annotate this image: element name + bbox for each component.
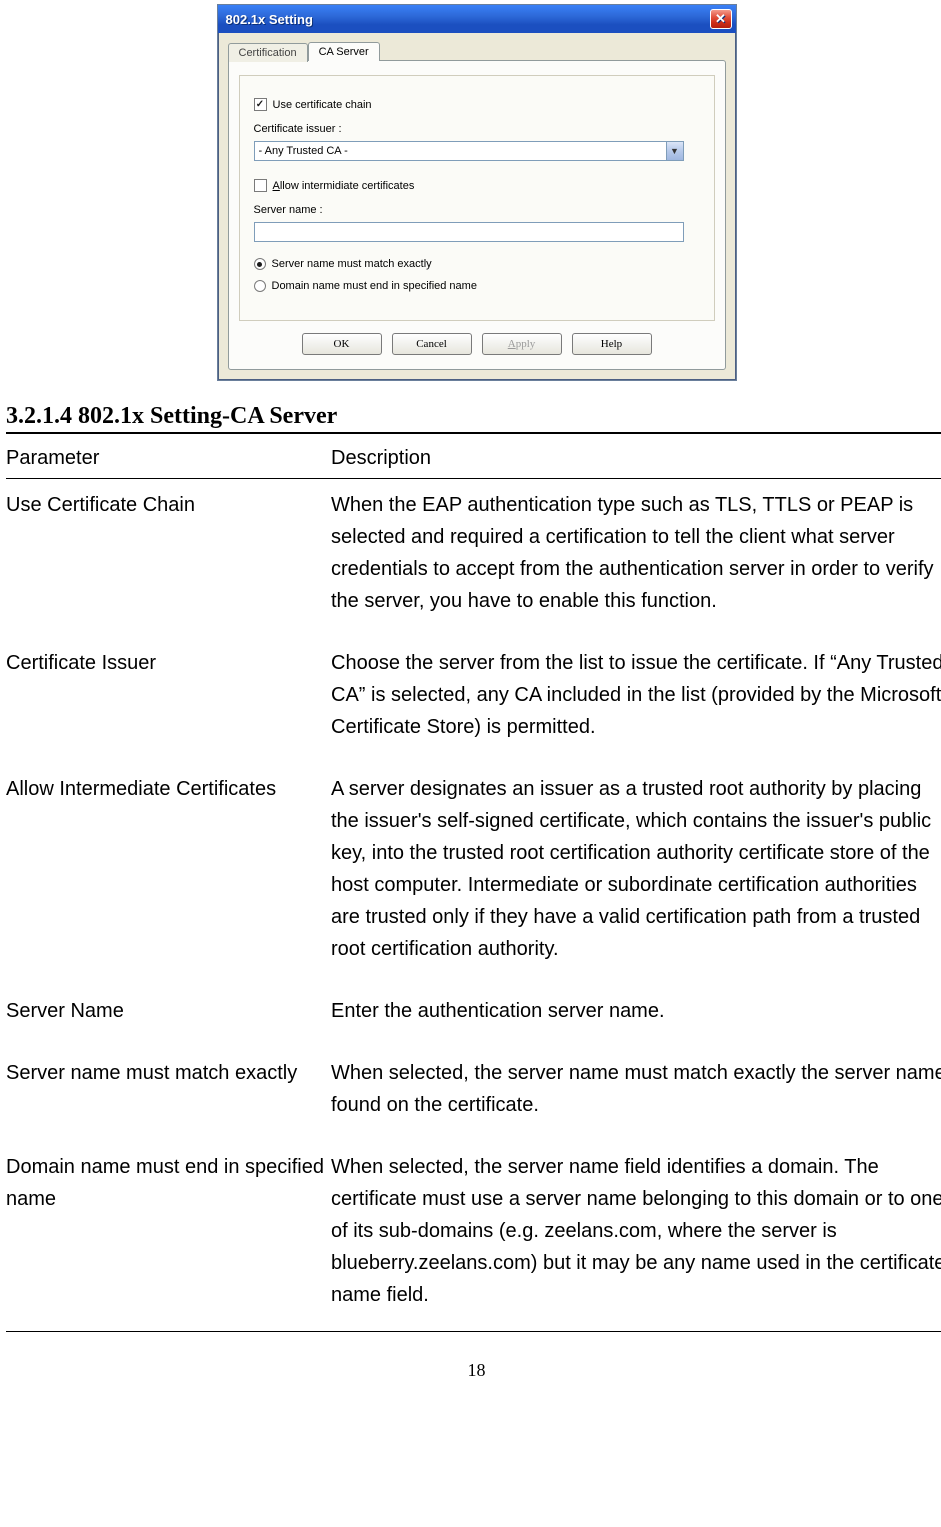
cancel-button[interactable]: Cancel	[392, 333, 472, 355]
allow-intermediate-label: Allow intermidiate certificates	[273, 180, 415, 192]
dialog-title: 802.1x Setting	[226, 12, 313, 27]
desc-cell: When selected, the server name must matc…	[331, 1057, 941, 1121]
table-row: Domain name must end in specified nameWh…	[6, 1141, 941, 1332]
param-cell: Domain name must end in specified name	[6, 1151, 331, 1311]
param-cell: Use Certificate Chain	[6, 489, 331, 617]
radio-match-exactly-label: Server name must match exactly	[272, 258, 432, 270]
tab-panel-ca-server: Use certificate chain Certificate issuer…	[228, 60, 726, 370]
table-row: Server NameEnter the authentication serv…	[6, 985, 941, 1047]
param-cell: Server name must match exactly	[6, 1057, 331, 1121]
cert-issuer-select[interactable]: - Any Trusted CA - ▼	[254, 141, 684, 161]
apply-button[interactable]: Apply	[482, 333, 562, 355]
tab-strip: Certification CA Server	[228, 41, 726, 60]
desc-cell: Choose the server from the list to issue…	[331, 647, 941, 743]
table-row: Server name must match exactlyWhen selec…	[6, 1047, 941, 1141]
dialog-titlebar: 802.1x Setting ✕	[218, 5, 736, 33]
table-row: Allow Intermediate CertificatesA server …	[6, 763, 941, 985]
heading-divider	[6, 432, 941, 434]
allow-intermediate-checkbox[interactable]	[254, 179, 267, 192]
section-number: 3.2.1.4	[6, 403, 78, 429]
cert-issuer-value: - Any Trusted CA -	[259, 145, 348, 157]
desc-cell: A server designates an issuer as a trust…	[331, 773, 941, 965]
col-header-description: Description	[331, 442, 941, 474]
desc-cell: When the EAP authentication type such as…	[331, 489, 941, 617]
desc-cell: Enter the authentication server name.	[331, 995, 941, 1027]
table-body: Use Certificate ChainWhen the EAP authen…	[6, 479, 941, 1332]
param-table: Parameter Description Use Certificate Ch…	[6, 440, 941, 1332]
section-title: 802.1x Setting-CA Server	[78, 403, 337, 429]
page-number: 18	[6, 1360, 941, 1381]
tab-certification[interactable]: Certification	[228, 43, 308, 62]
param-cell: Certificate Issuer	[6, 647, 331, 743]
desc-cell: When selected, the server name field ide…	[331, 1151, 941, 1311]
settings-dialog: 802.1x Setting ✕ Certification CA Server…	[217, 4, 737, 381]
server-name-label: Server name :	[254, 204, 700, 216]
table-row: Use Certificate ChainWhen the EAP authen…	[6, 479, 941, 637]
use-cert-chain-label: Use certificate chain	[273, 99, 372, 111]
col-header-parameter: Parameter	[6, 442, 331, 474]
close-icon: ✕	[715, 11, 726, 27]
chevron-down-icon: ▼	[666, 142, 683, 160]
tab-ca-server[interactable]: CA Server	[308, 42, 380, 61]
close-button[interactable]: ✕	[710, 9, 732, 29]
ok-button[interactable]: OK	[302, 333, 382, 355]
table-header-row: Parameter Description	[6, 440, 941, 479]
table-row: Certificate IssuerChoose the server from…	[6, 637, 941, 763]
ca-server-group: Use certificate chain Certificate issuer…	[239, 75, 715, 321]
radio-match-exactly[interactable]	[254, 258, 266, 270]
use-cert-chain-checkbox[interactable]	[254, 98, 267, 111]
server-name-input[interactable]	[254, 222, 684, 242]
section-heading: 3.2.1.4 802.1x Setting-CA Server	[6, 403, 941, 430]
radio-domain-specified[interactable]	[254, 280, 266, 292]
help-button[interactable]: Help	[572, 333, 652, 355]
param-cell: Server Name	[6, 995, 331, 1027]
radio-domain-specified-label: Domain name must end in specified name	[272, 280, 477, 292]
param-cell: Allow Intermediate Certificates	[6, 773, 331, 965]
dialog-button-row: OK Cancel Apply Help	[239, 333, 715, 355]
cert-issuer-label: Certificate issuer :	[254, 123, 700, 135]
